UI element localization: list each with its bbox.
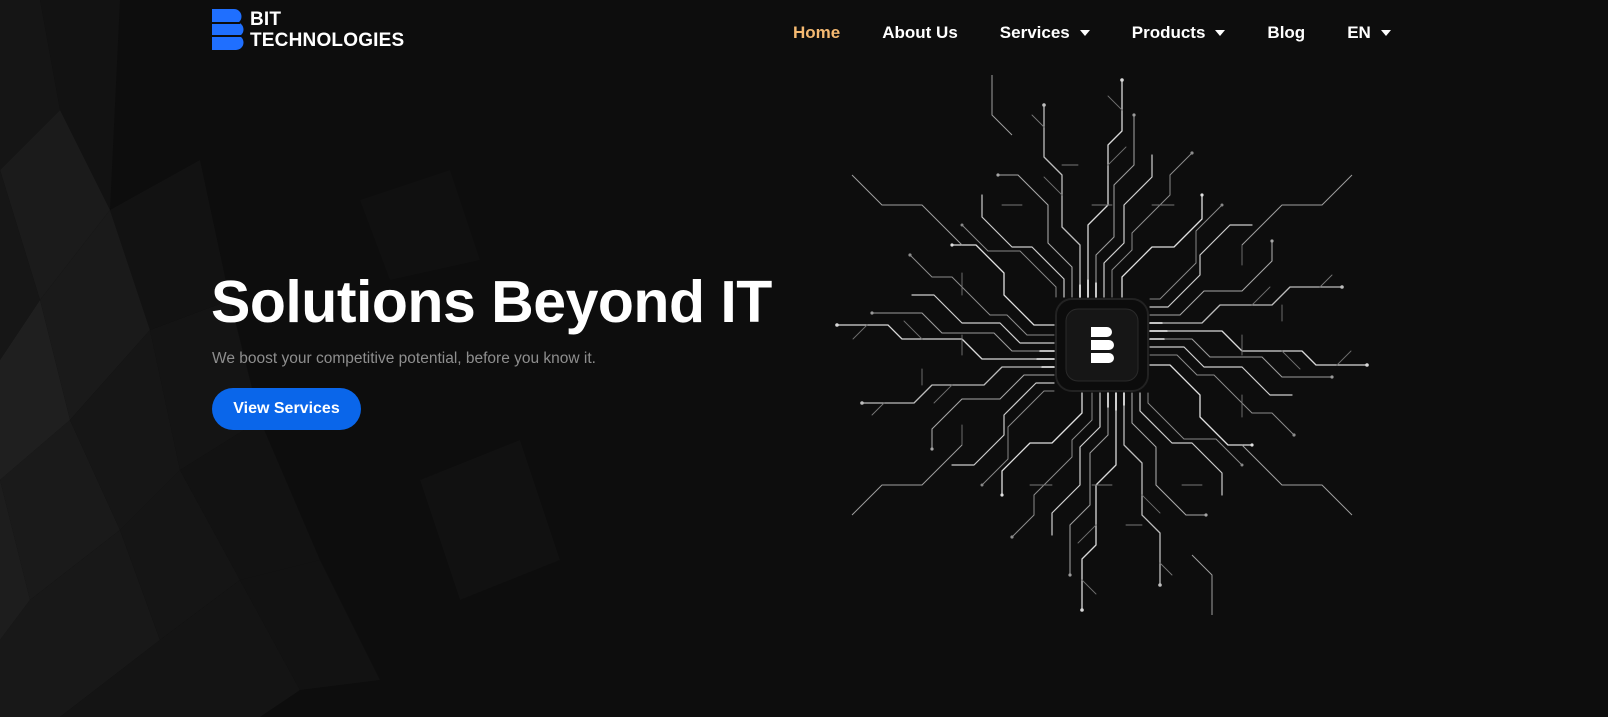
hero-subtitle: We boost your competitive potential, bef…	[212, 350, 596, 367]
nav-home[interactable]: Home	[793, 23, 840, 43]
nav-products[interactable]: Products	[1132, 23, 1226, 43]
chevron-down-icon	[1215, 30, 1226, 36]
hero-title: Solutions Beyond IT	[211, 269, 772, 335]
site-logo[interactable]: BIT TECHNOLOGIES	[212, 9, 404, 51]
chevron-down-icon	[1380, 30, 1391, 36]
b-logo-icon	[212, 9, 244, 50]
nav-home-label: Home	[793, 23, 841, 42]
nav-language[interactable]: EN	[1347, 23, 1391, 43]
nav-about-us[interactable]: About Us	[882, 23, 958, 43]
circuit-chip-icon	[834, 75, 1370, 615]
logo-line-2: TECHNOLOGIES	[250, 30, 405, 51]
view-services-button[interactable]: View Services	[212, 388, 361, 430]
chevron-down-icon	[1079, 30, 1090, 36]
nav-blog-label: Blog	[1267, 23, 1306, 42]
logo-wordmark: BIT TECHNOLOGIES	[250, 9, 404, 51]
nav-blog[interactable]: Blog	[1267, 23, 1305, 43]
main-nav: Home About Us Services Products Blog EN	[793, 20, 1391, 46]
nav-language-label: EN	[1347, 23, 1371, 42]
logo-line-1: BIT	[250, 9, 282, 30]
nav-services[interactable]: Services	[1000, 23, 1090, 43]
nav-products-label: Products	[1131, 23, 1206, 42]
nav-services-label: Services	[999, 23, 1070, 42]
nav-about-us-label: About Us	[882, 23, 958, 42]
